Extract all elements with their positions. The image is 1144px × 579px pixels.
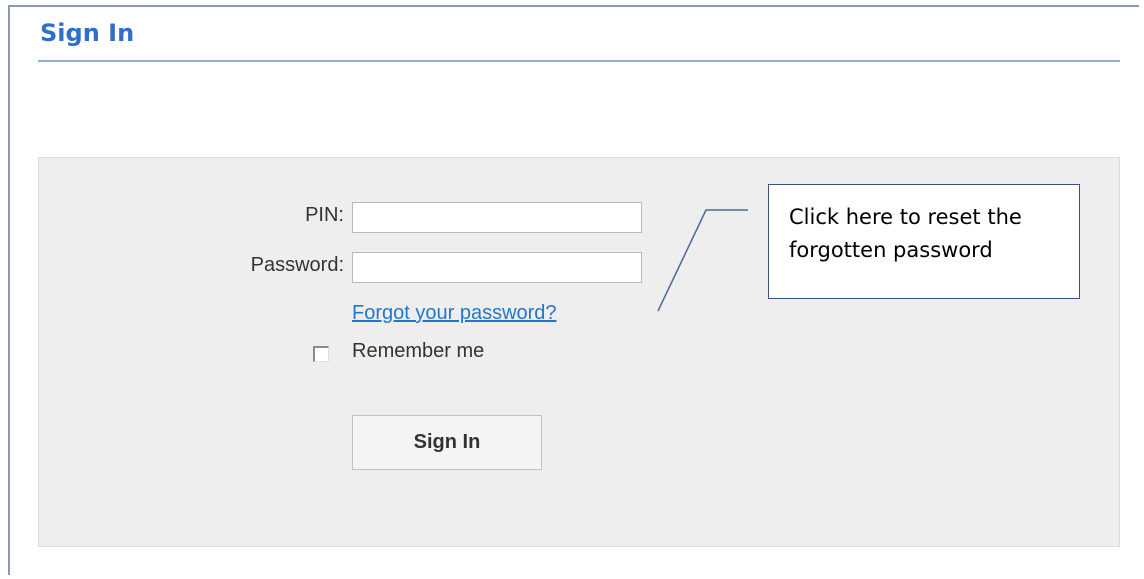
callout-line-2: forgotten password bbox=[789, 238, 993, 262]
password-input[interactable] bbox=[352, 252, 642, 283]
sign-in-button[interactable]: Sign In bbox=[352, 415, 542, 470]
pin-label: PIN: bbox=[305, 204, 344, 226]
page-title: Sign In bbox=[40, 19, 135, 47]
forgot-password-link[interactable]: Forgot your password? bbox=[352, 302, 557, 325]
password-label: Password: bbox=[250, 254, 344, 276]
pin-input[interactable] bbox=[352, 202, 642, 233]
callout-line-1: Click here to reset the bbox=[789, 205, 1022, 229]
title-divider bbox=[38, 60, 1120, 62]
remember-me-label: Remember me bbox=[352, 340, 485, 362]
remember-me-checkbox[interactable] bbox=[313, 346, 329, 362]
callout-box: Click here to reset the forgotten passwo… bbox=[768, 184, 1080, 299]
